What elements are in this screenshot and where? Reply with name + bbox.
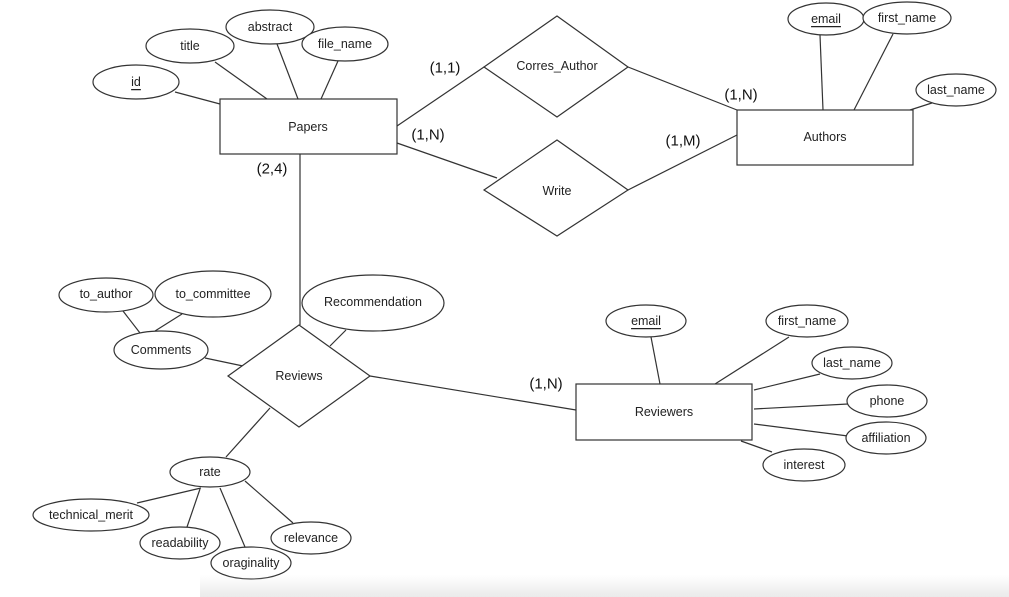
attribute-authors-email[interactable]: email (787, 2, 865, 36)
attribute-label: last_name (823, 356, 881, 370)
line-toauthor-comments (122, 310, 141, 334)
line-rate-readability (186, 488, 201, 528)
er-diagram-svg: Papers Authors Reviewers Corres_Author W… (32, 1, 997, 580)
attribute-to-committee[interactable]: to_committee (154, 270, 272, 318)
entity-authors[interactable]: Authors (736, 109, 914, 166)
attribute-comments[interactable]: Comments (113, 330, 209, 370)
attribute-label: relevance (284, 531, 338, 545)
attribute-label: interest (784, 458, 826, 472)
attribute-papers-file-name[interactable]: file_name (301, 26, 389, 62)
line-affiliation-reviewers (753, 423, 849, 437)
relationship-write[interactable]: Write (482, 139, 630, 237)
attribute-label: first_name (878, 11, 936, 25)
line-email-authors (819, 34, 824, 111)
attribute-reviewers-first-name[interactable]: first_name (765, 304, 849, 338)
line-recommendation-reviews (329, 329, 347, 347)
attribute-label: email (631, 314, 661, 328)
er-diagram: Papers Authors Reviewers Corres_Author W… (0, 0, 1009, 597)
attribute-label: Comments (131, 343, 191, 357)
attribute-label: title (180, 39, 200, 53)
attribute-readability[interactable]: readability (139, 526, 221, 560)
attribute-label: last_name (927, 83, 985, 97)
line-comments-reviews (204, 357, 244, 367)
attribute-label: to_author (80, 287, 133, 301)
attribute-papers-abstract[interactable]: abstract (225, 9, 315, 45)
attribute-label: id (131, 75, 141, 89)
attribute-recommendation[interactable]: Recommendation (301, 274, 445, 332)
line-firstname-reviewers (714, 336, 790, 385)
entity-label: Reviewers (635, 405, 693, 419)
attribute-reviewers-phone[interactable]: phone (846, 384, 928, 418)
attribute-reviewers-interest[interactable]: interest (762, 448, 846, 482)
line-firstname-authors (853, 33, 894, 111)
line-tocommittee-comments (154, 313, 183, 332)
cardinality-authors-corres-author: (1,N) (724, 87, 757, 104)
attribute-label: phone (870, 394, 905, 408)
line-lastname-reviewers (753, 373, 821, 391)
line-rate-relevance (244, 480, 294, 524)
attribute-reviewers-last-name[interactable]: last_name (811, 346, 893, 380)
relationship-label: Reviews (275, 369, 322, 383)
line-title-papers (214, 61, 268, 100)
relationship-reviews[interactable]: Reviews (226, 324, 372, 428)
line-phone-reviewers (753, 403, 849, 410)
line-rate-technical-merit (136, 487, 202, 504)
attribute-reviewers-affiliation[interactable]: affiliation (845, 421, 927, 455)
attribute-label: affiliation (861, 431, 910, 445)
attribute-authors-first-name[interactable]: first_name (862, 1, 952, 35)
entity-papers[interactable]: Papers (219, 98, 398, 155)
cardinality-reviewers-reviews: (1,N) (529, 376, 562, 393)
cardinality-authors-write: (1,M) (666, 133, 701, 150)
attribute-technical-merit[interactable]: technical_merit (32, 498, 150, 532)
line-interest-reviewers (740, 440, 773, 453)
attribute-to-author[interactable]: to_author (58, 277, 154, 313)
cardinality-papers-corres-author: (1,1) (430, 60, 461, 77)
attribute-reviewers-email[interactable]: email (605, 304, 687, 338)
attribute-label: abstract (248, 20, 293, 34)
attribute-label: Recommendation (324, 295, 422, 309)
entity-reviewers[interactable]: Reviewers (575, 383, 753, 441)
attribute-label: to_committee (175, 287, 250, 301)
attribute-label: file_name (318, 37, 372, 51)
line-papers-write (396, 142, 498, 179)
relationship-corres-author[interactable]: Corres_Author (482, 15, 630, 118)
line-id-papers (174, 91, 221, 105)
attribute-label: readability (152, 536, 210, 550)
attribute-label: rate (199, 465, 221, 479)
attribute-rate[interactable]: rate (169, 456, 251, 488)
entity-label: Authors (803, 130, 846, 144)
attribute-label: technical_merit (49, 508, 134, 522)
cardinality-papers-reviews: (2,4) (257, 161, 288, 178)
cardinality-papers-write: (1,N) (411, 127, 444, 144)
bottom-shadow (200, 575, 1009, 597)
attribute-label: email (811, 12, 841, 26)
attribute-papers-id[interactable]: id (92, 64, 180, 100)
line-corres-authors (627, 66, 738, 111)
entity-label: Papers (288, 120, 328, 134)
line-email-reviewers (650, 336, 661, 385)
line-rate-oraginality (219, 487, 246, 548)
attribute-label: first_name (778, 314, 836, 328)
line-reviews-rate (225, 407, 271, 458)
attribute-authors-last-name[interactable]: last_name (915, 73, 997, 107)
line-filename-papers (320, 60, 339, 100)
attribute-papers-title[interactable]: title (145, 28, 235, 64)
line-abstract-papers (276, 43, 299, 100)
attribute-label: oraginality (223, 556, 281, 570)
relationship-label: Corres_Author (516, 59, 597, 73)
relationship-label: Write (543, 184, 572, 198)
attribute-relevance[interactable]: relevance (270, 521, 352, 555)
